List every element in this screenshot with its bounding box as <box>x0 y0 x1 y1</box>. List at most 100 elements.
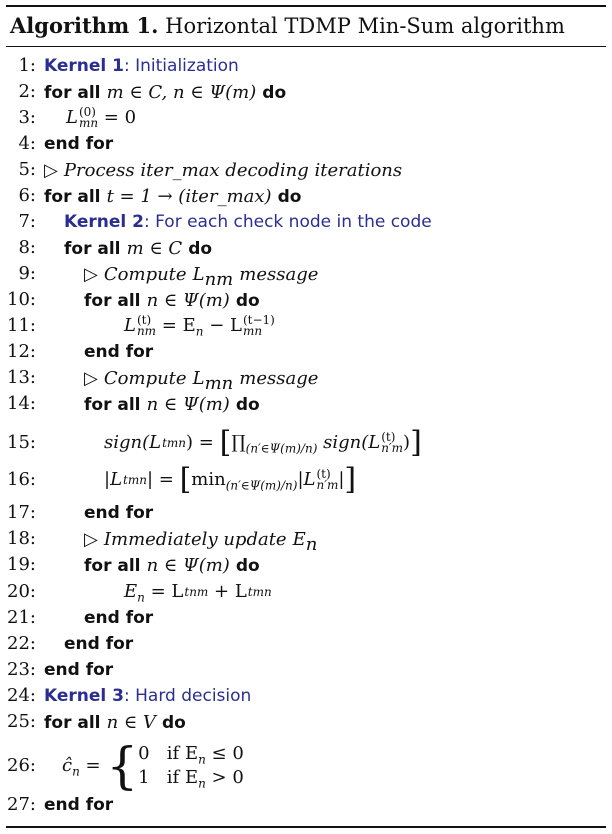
keyword: end for <box>84 503 154 523</box>
code-text: for all n ∈ Ψ(m) do <box>84 552 260 579</box>
comment: ▷ Immediately update En <box>84 526 317 553</box>
bottom-rule <box>6 826 606 828</box>
keyword: for all <box>44 187 101 207</box>
caption-rule <box>6 46 606 47</box>
subscript: nm <box>136 324 157 338</box>
line-number: 24: <box>7 685 36 706</box>
line-number: 13: <box>7 367 36 388</box>
math-op: + L <box>208 581 247 602</box>
keyword: end for <box>44 795 114 815</box>
math-expression: L (t) nm = En − L (t−1) mn <box>124 313 275 339</box>
keyword: for all <box>84 395 141 415</box>
subscript: n <box>72 764 80 779</box>
case-row: 1 if En > 0 <box>138 766 244 790</box>
kernel-name: Kernel 1 <box>44 56 124 76</box>
case-row: 0 if En ≤ 0 <box>138 742 244 766</box>
case-value: 0 <box>138 743 150 764</box>
line-number: 1: <box>18 55 36 76</box>
math-expression: En = Ltnm + Ltmn <box>124 579 272 605</box>
comment-text: message <box>239 264 319 285</box>
math-op: |L <box>104 469 123 490</box>
subscript: mn <box>166 435 187 450</box>
super-subscript: tmn <box>162 435 187 450</box>
math-symbol: L <box>124 315 136 336</box>
keyword: end for <box>84 608 154 628</box>
subscript: nm <box>189 584 209 599</box>
keyword: for all <box>44 713 101 733</box>
subscript: n <box>198 776 206 791</box>
subscript: mn <box>242 324 263 338</box>
math-expression: n ∈ Ψ(m) <box>146 555 230 576</box>
line-number: 18: <box>7 528 36 549</box>
right-bracket: ] <box>344 462 357 497</box>
keyword: end for <box>84 342 154 362</box>
math-op: = L <box>144 581 184 602</box>
right-bracket: ] <box>410 425 422 460</box>
kernel-heading: Kernel 1: Initialization <box>44 53 239 79</box>
math-function: sign(L <box>317 432 381 453</box>
line-number: 20: <box>7 581 36 602</box>
kernel-name: Kernel 3 <box>44 686 124 706</box>
line-number: 10: <box>7 289 36 310</box>
line-number: 11: <box>7 315 36 336</box>
keyword: end for <box>44 660 114 680</box>
comment-text: Compute <box>103 264 187 285</box>
line-number: 22: <box>7 633 36 654</box>
line-number: 9: <box>18 263 36 284</box>
math-op: ) = <box>186 432 220 453</box>
subscript: (n′∈Ψ(m)/n) <box>245 441 318 456</box>
comment: ▷ Process iter_max decoding iterations <box>44 157 402 184</box>
math-expression: m ∈ C <box>126 238 183 259</box>
math-expression: m ∈ C, n ∈ Ψ(m) <box>106 82 257 103</box>
math-expression: ĉn = {0 if En ≤ 01 if En > 0 <box>62 740 244 792</box>
kernel-description: : For each check node in the code <box>144 212 432 232</box>
algorithm-box: Algorithm 1. Horizontal TDMP Min-Sum alg… <box>0 0 612 834</box>
code-text: for all n ∈ Ψ(m) do <box>84 391 260 418</box>
math-symbol: L <box>192 264 205 285</box>
line-number: 2: <box>18 81 36 102</box>
math-op: = E <box>156 315 196 336</box>
math-expression: n ∈ V <box>106 712 156 733</box>
line-number: 25: <box>7 711 36 732</box>
kernel-description: : Initialization <box>124 56 239 76</box>
comment-triangle-icon: ▷ <box>84 264 98 285</box>
min-operator: min <box>191 469 226 490</box>
math-symbol: E <box>124 581 138 602</box>
line-number: 8: <box>18 237 36 258</box>
line-number: 12: <box>7 341 36 362</box>
case-relation: > 0 <box>205 767 244 788</box>
subscript: mn <box>78 116 99 130</box>
math-symbol: L <box>66 107 78 128</box>
keyword: for all <box>44 83 101 103</box>
keyword: end for <box>44 134 114 154</box>
cases: 0 if En ≤ 01 if En > 0 <box>138 742 244 790</box>
comment-text: Process iter_max decoding iterations <box>63 160 403 181</box>
comment: ▷ Compute Lnm message <box>84 261 318 288</box>
line-number: 17: <box>7 502 36 523</box>
super-subscript: (0) mn <box>78 106 99 130</box>
code-text: for all m ∈ C do <box>64 235 212 262</box>
subscript: (n′∈Ψ(m)/n) <box>225 478 298 493</box>
line-number: 7: <box>18 211 36 232</box>
keyword: do <box>161 713 186 733</box>
code-text: for all n ∈ Ψ(m) do <box>84 287 260 314</box>
comment-text: Compute <box>103 368 187 389</box>
line-number: 15: <box>7 432 36 453</box>
super-subscript: (t) n′m <box>316 468 338 491</box>
kernel-heading: Kernel 3: Hard decision <box>44 683 251 709</box>
math-expression: L (0) mn = 0 <box>66 105 136 131</box>
comment-triangle-icon: ▷ <box>44 160 58 181</box>
subscript: n′m <box>381 441 404 455</box>
line-number: 23: <box>7 659 36 680</box>
math-op: |L <box>297 469 316 490</box>
keyword: for all <box>84 291 141 311</box>
subscript: mn <box>252 584 272 599</box>
line-number: 21: <box>7 607 36 628</box>
case-value: 1 <box>138 767 150 788</box>
case-condition: if E <box>166 743 199 764</box>
code-text: for all m ∈ C, n ∈ Ψ(m) do <box>44 79 286 106</box>
keyword: do <box>262 83 287 103</box>
left-bracket: [ <box>179 462 192 497</box>
comment-triangle-icon: ▷ <box>84 368 98 389</box>
keyword: do <box>188 239 213 259</box>
